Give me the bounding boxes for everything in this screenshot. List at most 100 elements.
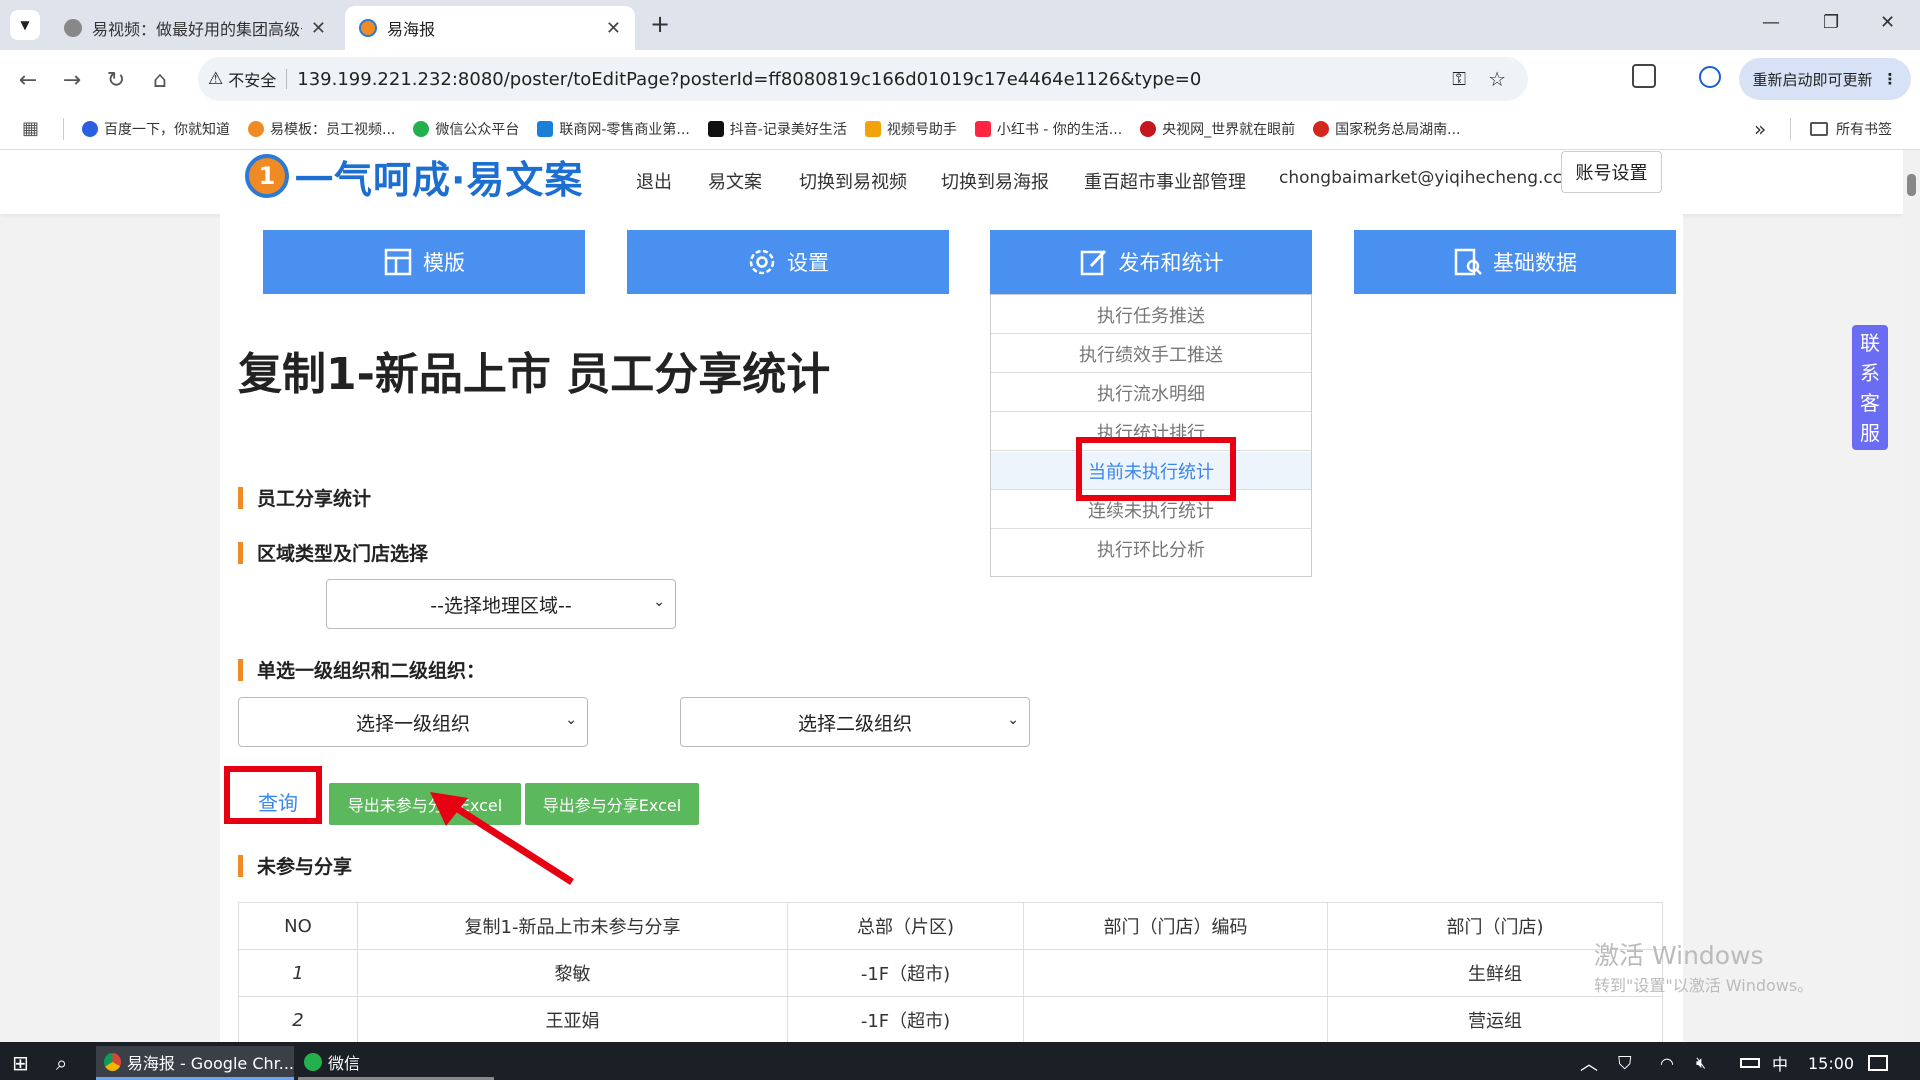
tab-search-button[interactable]: ▼ bbox=[10, 10, 40, 40]
site-logo-icon bbox=[359, 19, 377, 37]
section-title: 员工分享统计 bbox=[257, 488, 372, 510]
taskbar-search-button[interactable]: ⌕ bbox=[56, 1046, 67, 1080]
volume-muted-icon[interactable]: 🔇︎ bbox=[1696, 1046, 1706, 1080]
bookmark-douyin[interactable]: 抖音-记录美好生活 bbox=[707, 119, 847, 139]
bookmark-cctv[interactable]: 央视网_世界就在眼前 bbox=[1140, 119, 1295, 139]
reload-button[interactable]: ↻ bbox=[98, 62, 134, 98]
taskbar-chrome[interactable]: 易海报 - Google Chr... bbox=[96, 1046, 294, 1080]
start-button[interactable]: ⊞ bbox=[12, 1046, 29, 1080]
org-level2-value: 选择二级组织 bbox=[797, 712, 912, 735]
tray-overflow-icon[interactable]: ︿ bbox=[1580, 1046, 1598, 1080]
battery-icon[interactable] bbox=[1740, 1046, 1760, 1080]
update-button-label: 重新启动即可更新 bbox=[1752, 70, 1873, 89]
apps-grid-icon[interactable]: ▦ bbox=[22, 118, 39, 139]
taskbar-wechat[interactable]: 微信 bbox=[298, 1046, 494, 1080]
menu-settings[interactable]: 设置 bbox=[627, 230, 949, 294]
region-select[interactable]: --选择地理区域-- ⌄ bbox=[326, 579, 676, 629]
bookmark-baidu[interactable]: 百度一下，你就知道 bbox=[82, 119, 230, 139]
nav-department-admin[interactable]: 重百超市事业部管理 bbox=[1084, 168, 1246, 194]
all-bookmarks-button[interactable]: 所有书签 bbox=[1810, 119, 1892, 139]
bookmark-tax[interactable]: 国家税务总局湖南... bbox=[1313, 119, 1461, 139]
nav-switch-poster[interactable]: 切换到易海报 bbox=[941, 168, 1049, 194]
dropdown-item-ratio-analysis[interactable]: 执行环比分析 bbox=[991, 530, 1311, 568]
folder-icon bbox=[1810, 121, 1828, 136]
key-icon[interactable]: ⚿ bbox=[1452, 69, 1466, 90]
ime-indicator[interactable]: 中 bbox=[1772, 1046, 1788, 1080]
dropdown-item-flow-detail[interactable]: 执行流水明细 bbox=[991, 374, 1311, 412]
search-icon: ⌕ bbox=[56, 1051, 68, 1075]
logo-text: 一气呵成·易文案 bbox=[295, 157, 584, 202]
update-button[interactable]: 重新启动即可更新 ⋮ bbox=[1739, 58, 1911, 100]
bookmark-lianshang[interactable]: 联商网-零售商业第... bbox=[537, 119, 690, 139]
col-dept-code: 部门（门店）编码 bbox=[1023, 902, 1328, 950]
tab-yihaibao[interactable]: 易海报 ✕ bbox=[345, 6, 635, 50]
tax-emblem-icon bbox=[1313, 120, 1330, 137]
close-window-button[interactable]: ✕ bbox=[1880, 12, 1895, 33]
section-title: 区域类型及门店选择 bbox=[257, 543, 429, 565]
forward-button[interactable]: → bbox=[54, 62, 90, 98]
back-button[interactable]: ← bbox=[10, 62, 46, 98]
chevron-down-icon: ▼ bbox=[20, 18, 30, 32]
cell-no: 1 bbox=[238, 949, 358, 997]
profile-icon[interactable] bbox=[1699, 66, 1721, 88]
highlight-box-query bbox=[224, 766, 322, 824]
home-icon: ⌂ bbox=[153, 67, 167, 93]
close-icon[interactable]: ✕ bbox=[311, 18, 326, 39]
taskbar-item-label: 微信 bbox=[328, 1053, 361, 1073]
org-level2-select[interactable]: 选择二级组织 ⌄ bbox=[680, 697, 1030, 747]
dropdown-item-manual-push[interactable]: 执行绩效手工推送 bbox=[991, 335, 1311, 373]
red-arrow-annotation bbox=[430, 792, 574, 885]
extensions-icon[interactable] bbox=[1632, 64, 1656, 88]
nav-yiwenan[interactable]: 易文案 bbox=[708, 168, 762, 194]
shield-icon[interactable]: ⛉ bbox=[1618, 1046, 1632, 1080]
highlight-box-dropdown bbox=[1076, 437, 1236, 501]
bookmark-yimoban[interactable]: 易模板：员工视频... bbox=[248, 119, 395, 139]
home-button[interactable]: ⌂ bbox=[142, 62, 178, 98]
menu-base-data[interactable]: 基础数据 bbox=[1354, 230, 1676, 294]
org-level1-value: 选择一级组织 bbox=[355, 712, 470, 735]
notification-icon[interactable] bbox=[1868, 1046, 1888, 1080]
service-char: 客 bbox=[1860, 390, 1880, 415]
menu-publish-stats[interactable]: 发布和统计 bbox=[990, 230, 1312, 294]
dropdown-item-task-push[interactable]: 执行任务推送 bbox=[991, 296, 1311, 334]
bookmarks-overflow-button[interactable]: » bbox=[1754, 117, 1766, 141]
bookmark-xiaohongshu[interactable]: 小红书 - 你的生活... bbox=[974, 119, 1123, 139]
tab-yishipin[interactable]: 易视频：做最好用的集团高级号 ✕ bbox=[50, 6, 340, 50]
table-row: 2 王亚娟 -1F（超市) 营运组 bbox=[238, 996, 1663, 1044]
scrollbar-thumb[interactable] bbox=[1907, 174, 1916, 196]
org-level1-select[interactable]: 选择一级组织 ⌄ bbox=[238, 697, 588, 747]
address-bar[interactable]: ⚠ 不安全 139.199.221.232:8080/poster/toEdit… bbox=[198, 57, 1528, 101]
page-scrollbar[interactable] bbox=[1903, 150, 1920, 1042]
publish-stats-dropdown: 执行任务推送 执行绩效手工推送 执行流水明细 执行统计排行 当前未执行统计 连续… bbox=[990, 294, 1312, 577]
bookmark-wechat-mp[interactable]: 微信公众平台 bbox=[413, 119, 519, 139]
bookmark-label: 百度一下，你就知道 bbox=[104, 121, 231, 138]
site-logo[interactable]: 1 一气呵成·易文案 bbox=[245, 152, 583, 202]
service-char: 系 bbox=[1860, 360, 1880, 385]
close-icon[interactable]: ✕ bbox=[606, 18, 621, 39]
minimize-button[interactable]: — bbox=[1762, 12, 1780, 33]
nav-logout[interactable]: 退出 bbox=[636, 168, 672, 194]
wifi-icon[interactable]: ◠ bbox=[1660, 1046, 1674, 1080]
cell-dept-code bbox=[1023, 996, 1328, 1044]
section-region: 区域类型及门店选择 bbox=[238, 539, 428, 566]
restore-button[interactable]: ❐ bbox=[1823, 12, 1839, 33]
url-text[interactable]: 139.199.221.232:8080/poster/toEditPage?p… bbox=[297, 69, 1201, 90]
bookmark-label: 小红书 - 你的生活... bbox=[996, 121, 1123, 138]
star-icon[interactable]: ☆ bbox=[1488, 67, 1506, 91]
account-settings-button[interactable]: 账号设置 bbox=[1561, 151, 1662, 193]
watermark-title: 激活 Windows bbox=[1594, 941, 1764, 970]
security-label: 不安全 bbox=[228, 71, 277, 90]
clock[interactable]: 15:00 bbox=[1808, 1046, 1854, 1080]
bookmark-label: 易模板：员工视频... bbox=[270, 121, 396, 138]
new-tab-button[interactable]: + bbox=[650, 10, 670, 38]
tab-title: 易海报 bbox=[387, 20, 436, 39]
nav-switch-video[interactable]: 切换到易视频 bbox=[799, 168, 907, 194]
chevron-down-icon: ⌄ bbox=[565, 712, 577, 728]
bookmark-shipinhao[interactable]: 视频号助手 bbox=[864, 119, 957, 139]
contact-service-button[interactable]: 联 系 客 服 bbox=[1852, 325, 1888, 450]
menu-templates[interactable]: 模版 bbox=[263, 230, 585, 294]
chevron-down-icon: ⌄ bbox=[1007, 712, 1019, 728]
section-employee-stats: 员工分享统计 bbox=[238, 484, 371, 511]
lianshang-icon bbox=[537, 120, 554, 137]
layout-icon bbox=[384, 248, 412, 276]
